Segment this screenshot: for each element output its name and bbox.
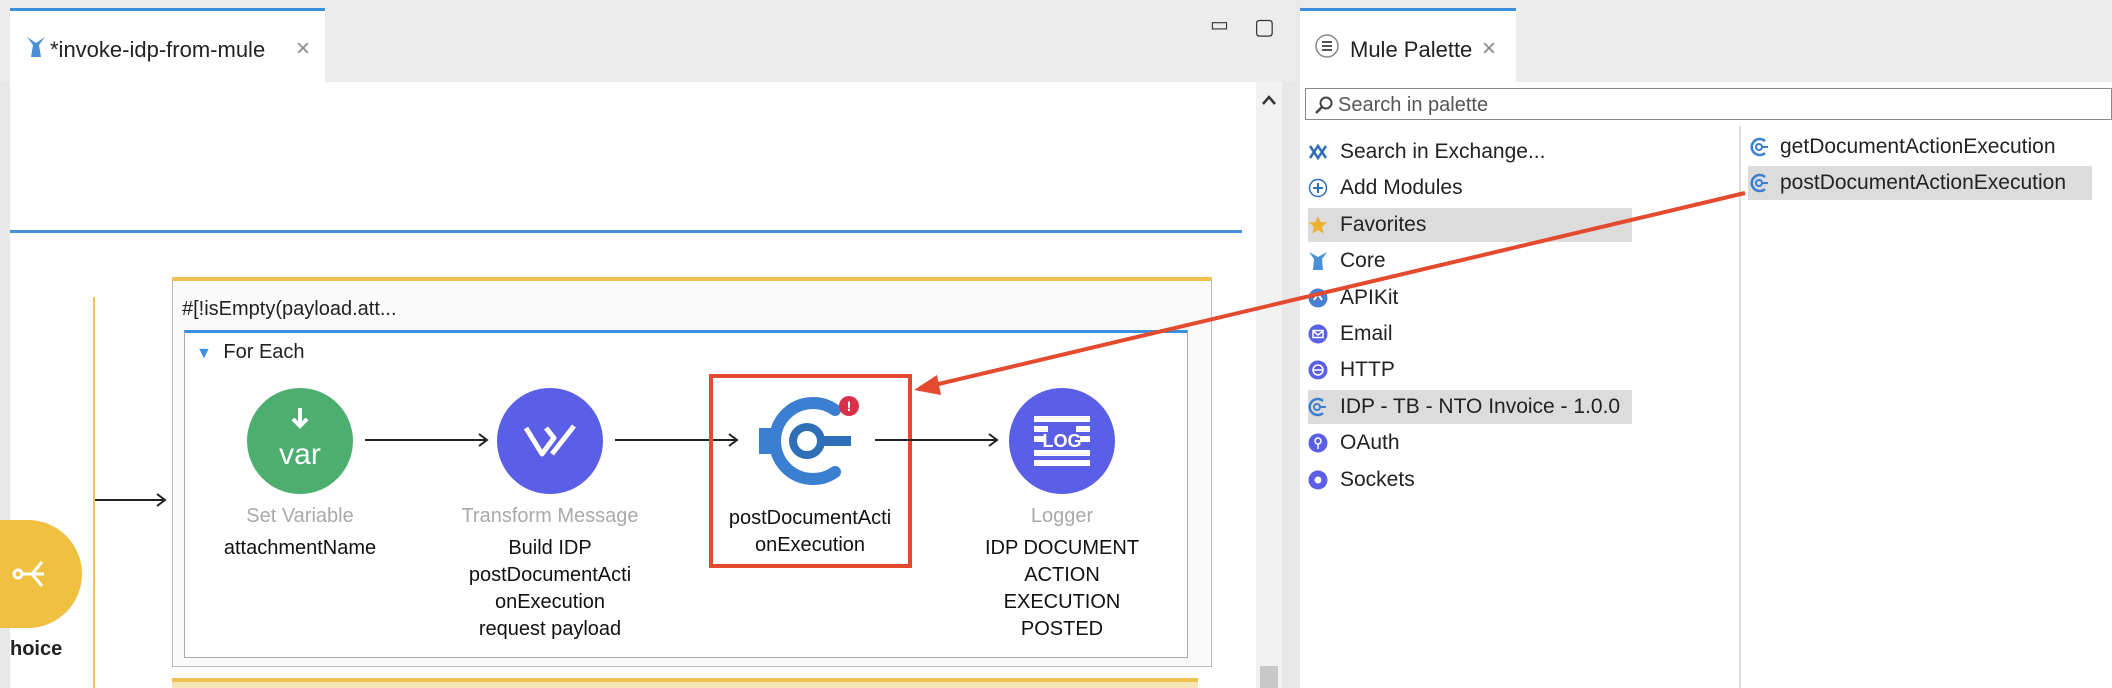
editor-tab-title: *invoke-idp-from-mule [50,37,266,62]
minimize-icon[interactable]: ▭ [1210,12,1229,37]
next-container-strip [172,678,1198,688]
scrollbar-thumb[interactable] [1260,666,1278,688]
transform-name-line: Build IDP [508,537,592,559]
exchange-icon [1308,143,1328,161]
idp-operation-icon [1750,137,1768,157]
oauth-icon [1308,433,1328,453]
transform-name-line: request payload [478,618,622,640]
arrow-down-icon [291,408,309,429]
operation-get-document-action-execution[interactable]: getDocumentActionExecution [1748,130,2092,164]
transform-message-name: Build IDP postDocumentActi onExecution r… [440,535,660,643]
transform-name-line: onExecution [494,591,606,613]
palette-search-input[interactable]: Search in palette [1305,88,2112,120]
palette-item-label: IDP - TB - NTO Invoice - 1.0.0 [1340,395,1621,418]
palette-item-http[interactable]: HTTP [1308,353,1632,387]
idp-operation-icon [1750,173,1768,193]
set-variable-node[interactable]: var [247,388,353,494]
palette-item-label: Core [1340,249,1386,272]
palette-tab-close-icon[interactable]: × [1482,35,1496,63]
palette-item-apikit[interactable]: APIKit [1308,281,1632,315]
apikit-icon [1308,288,1328,308]
set-variable-type: Set Variable [246,505,354,527]
palette-item-label: Add Modules [1340,176,1463,199]
flow-arrow-1 [365,433,489,447]
operation-label: postDocumentActionExecution [1780,171,2066,194]
editor-tab[interactable]: *invoke-idp-from-mule × [10,8,325,82]
operation-label: getDocumentActionExecution [1780,135,2056,158]
palette-item-label: Search in Exchange... [1340,140,1546,163]
search-icon [1315,96,1333,114]
palette-item-idp-tb-nto-invoice[interactable]: IDP - TB - NTO Invoice - 1.0.0 [1308,390,1632,424]
palette-item-add-modules[interactable]: Add Modules [1308,171,1632,205]
editor-tab-close-icon[interactable]: × [296,35,310,63]
set-variable-name: attachmentName [223,537,377,559]
flow-arrow-3 [875,433,999,447]
palette-item-label: Sockets [1340,468,1415,491]
palette-item-label: HTTP [1340,358,1395,381]
for-each-title: For Each [223,341,305,363]
idp-icon [1308,397,1326,417]
var-icon-text: var [279,438,321,471]
palette-item-search-exchange[interactable]: Search in Exchange... [1308,135,1632,169]
palette-item-label: OAuth [1340,431,1400,454]
when-condition-label: #[!isEmpty(payload.att... [182,298,397,320]
logger-node[interactable]: LOG [1009,388,1115,494]
log-icon-text: LOG [1042,431,1082,451]
maximize-icon[interactable]: ▢ [1254,14,1275,40]
flow-header-line [10,230,1242,233]
operation-post-document-action-execution[interactable]: postDocumentActionExecution [1748,166,2092,200]
palette-tab-title: Mule Palette [1350,37,1473,62]
highlight-box [709,374,912,568]
palette-pane-divider[interactable] [1739,126,1741,688]
logger-type: Logger [1030,505,1094,527]
transform-icon [523,424,576,457]
transform-name-line: postDocumentActi [468,564,632,586]
palette-tab[interactable]: Mule Palette × [1300,8,1516,82]
choice-label: hoice [10,638,63,660]
logger-name-line: IDP DOCUMENT [984,537,1140,559]
mule-icon [25,35,47,66]
palette-item-label: APIKit [1340,286,1399,309]
for-each-header[interactable]: ▼ For Each [196,341,305,364]
vertical-scrollbar[interactable] [1256,82,1282,688]
scroll-up-icon[interactable] [1261,94,1277,106]
transform-message-type: Transform Message [461,505,639,527]
palette-item-label: Email [1340,322,1393,345]
collapse-triangle-icon[interactable]: ▼ [196,345,212,362]
star-icon [1309,216,1327,234]
logger-name-line: ACTION [1024,564,1100,586]
palette-item-core[interactable]: Core [1308,244,1632,278]
palette-search-placeholder: Search in palette [1338,94,1489,116]
palette-item-email[interactable]: Email [1308,317,1632,351]
sockets-icon [1308,470,1328,490]
choice-to-foreach-arrow [95,493,167,507]
palette-item-oauth[interactable]: OAuth [1308,426,1632,460]
plus-circle-icon [1308,178,1328,198]
mule-icon [1309,252,1327,270]
palette-item-favorites[interactable]: Favorites [1308,208,1632,242]
logger-name: IDP DOCUMENT ACTION EXECUTION POSTED [952,535,1172,643]
palette-item-label: Favorites [1340,213,1427,236]
transform-message-node[interactable] [497,388,603,494]
email-icon [1308,324,1328,344]
logger-name-line: EXECUTION [1003,591,1121,613]
palette-menu-icon [1315,34,1339,58]
logger-name-line: POSTED [1020,618,1104,640]
http-icon [1308,360,1328,380]
palette-item-sockets[interactable]: Sockets [1308,463,1632,497]
